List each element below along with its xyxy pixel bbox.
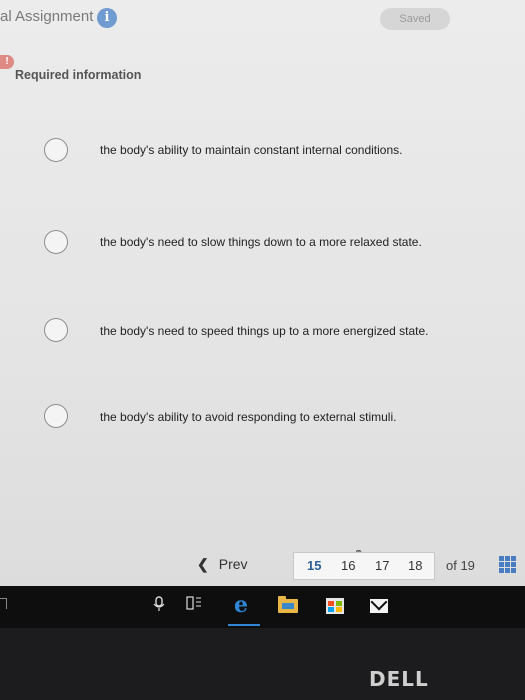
mail-flap: [370, 593, 388, 611]
windows-taskbar: e: [0, 586, 525, 628]
assignment-title: al Assignment: [0, 8, 94, 25]
chevron-left-icon: ❮: [197, 556, 209, 572]
answer-radio-3[interactable]: [44, 318, 68, 342]
store-icon[interactable]: [326, 598, 344, 614]
task-view-icon-svg: [186, 596, 201, 610]
answer-option-4[interactable]: the body's ability to avoid responding t…: [0, 402, 525, 442]
store-quad: [336, 607, 342, 612]
saved-status-badge: Saved: [380, 8, 450, 30]
store-quad: [328, 601, 334, 606]
assignment-header: al Assignment i Saved: [0, 0, 525, 40]
folder-inner: [282, 603, 294, 609]
answer-option-label: the body's ability to avoid responding t…: [100, 410, 397, 424]
required-information-label[interactable]: Required information: [15, 68, 141, 82]
answer-option-label: the body's need to slow things down to a…: [100, 235, 422, 249]
microphone-icon[interactable]: [150, 596, 168, 614]
question-pager: ❮Prev ⚭ 15 16 17 18 of 19: [0, 547, 525, 588]
answer-option-2[interactable]: the body's need to slow things down to a…: [0, 228, 525, 268]
store-quad: [336, 601, 342, 606]
edge-browser-icon[interactable]: e: [232, 594, 250, 616]
alert-icon: !: [0, 55, 14, 69]
file-explorer-icon[interactable]: [278, 596, 298, 613]
store-quad: [328, 607, 334, 612]
microphone-icon-svg: [153, 596, 165, 611]
page-15-button[interactable]: 15: [307, 558, 321, 573]
answer-option-3[interactable]: the body's need to speed things up to a …: [0, 316, 525, 356]
dell-logo: DELL: [369, 667, 429, 691]
page-17-button[interactable]: 17: [375, 558, 389, 573]
answer-radio-1[interactable]: [44, 138, 68, 162]
prev-button[interactable]: ❮ Prev: [197, 556, 248, 573]
answer-radio-4[interactable]: [44, 404, 68, 428]
task-view-icon[interactable]: [185, 596, 203, 614]
answer-option-1[interactable]: the body's ability to maintain constant …: [0, 136, 525, 176]
mail-icon[interactable]: [370, 593, 388, 613]
answer-option-label: the body's need to speed things up to a …: [100, 324, 429, 338]
screen: al Assignment i Saved ! Required informa…: [0, 0, 525, 596]
grid-view-icon[interactable]: [499, 556, 517, 574]
page-total-label: of 19: [446, 558, 475, 573]
page-18-button[interactable]: 18: [408, 558, 422, 573]
page-16-button[interactable]: 16: [341, 558, 355, 573]
start-edge-icon: [0, 598, 7, 609]
info-icon[interactable]: i: [97, 8, 117, 28]
answer-option-label: the body's ability to maintain constant …: [100, 143, 403, 157]
active-app-indicator: [228, 624, 260, 626]
answer-radio-2[interactable]: [44, 230, 68, 254]
prev-label: Prev: [218, 556, 248, 572]
